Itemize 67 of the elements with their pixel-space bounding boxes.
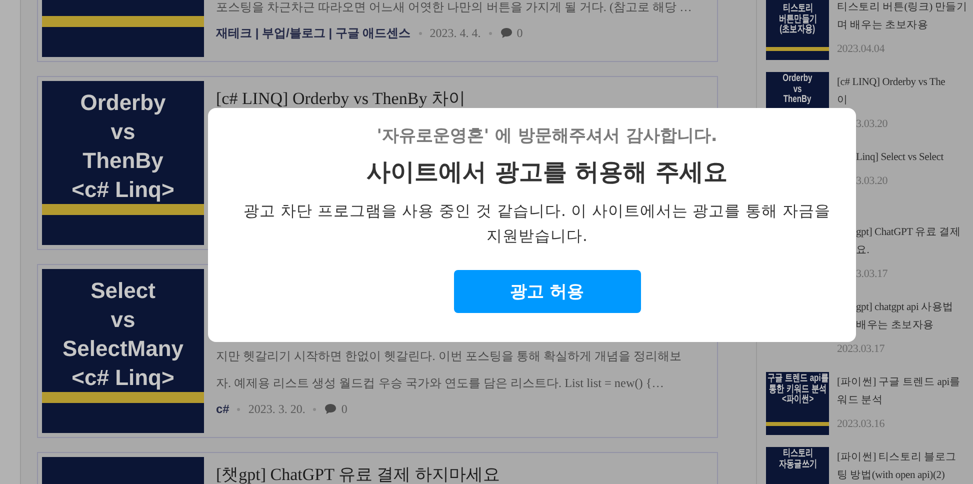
post-excerpt: 포스팅을 차근차근 따라오면 어느새 어엿한 나만의 버튼을 가지게 될 거다. (참고로 해당 … (216, 0, 692, 16)
thumbnail-stripe (766, 422, 829, 426)
related-post-title[interactable]: [파이썬] 구글 트렌드 api를 (837, 374, 960, 392)
thumbnail-text: SelectMany (62, 334, 184, 362)
thumbnail-text: Select (90, 276, 156, 304)
related-post-title[interactable]: 이 (837, 92, 848, 110)
related-post-title[interactable]: 워드 분석 (837, 392, 883, 410)
comment-count: 0 (516, 26, 523, 40)
post-thumbnail[interactable]: Select vs SelectMany <c# Linq> (42, 269, 204, 433)
related-post-title[interactable]: 요. (856, 242, 870, 260)
post-thumbnail[interactable]: 티스토리 버튼만들기 (초보자용) (766, 0, 829, 60)
thumbnail-text: 버튼만들기 (778, 14, 816, 24)
separator-dot (237, 408, 240, 410)
thumbnail-text: 구글 트렌드 api를 (767, 374, 828, 384)
post-thumbnail[interactable]: 티스토리 자동글쓰기 (766, 447, 829, 484)
thumbnail-text: <c# Linq> (72, 364, 174, 392)
related-post-title[interactable]: [c# LINQ] Orderby vs The (837, 74, 946, 92)
related-post-title[interactable]: 팅 방법(with open api)(2) (837, 467, 945, 484)
separator-dot (313, 408, 316, 410)
related-post-title[interactable]: 며 배우는 초보자용 (837, 17, 928, 35)
post-date: 3.03.17 (856, 268, 888, 280)
post-title[interactable]: [c# LINQ] Orderby vs ThenBy 차이 (216, 87, 466, 110)
thumbnail-text: <c# Linq> (72, 176, 174, 204)
thumbnail-text: vs (110, 306, 136, 334)
related-post-title[interactable]: gpt] chatgpt api 사용법 (856, 299, 954, 317)
thumbnail-text: vs (793, 84, 802, 94)
thumbnail-text: Orderby (80, 88, 166, 116)
related-post-title[interactable]: Linq] Select vs Select (856, 149, 944, 167)
post-date: 2023. 3. 20. (248, 402, 306, 416)
comment-count: 0 (341, 402, 348, 416)
post-card[interactable]: [챗gpt] ChatGPT 유료 결제 하지마세요 (37, 452, 718, 484)
post-date: 2023.03.16 (837, 418, 885, 430)
thumbnail-text: (초보자용) (780, 25, 816, 36)
post-date: 3.03.20 (856, 175, 888, 187)
post-excerpt: 지만 헷갈리기 시작하면 한없이 헷갈린다. 이번 포스팅을 통해 확실하게 개념을 정리해보 (216, 348, 682, 365)
post-title[interactable]: [챗gpt] ChatGPT 유료 결제 하지마세요 (216, 463, 500, 484)
separator-dot (418, 32, 422, 34)
dialog-greeting: '자유로운영혼' 에 방문해주셔서 감사합니다. (376, 125, 718, 147)
comment-icon (500, 27, 513, 39)
post-card[interactable]: 포스팅을 차근차근 따라오면 어느새 어엿한 나만의 버튼을 가지게 될 거다. (참고로 해당 … 재테크 | 부업/블로그 | 구글 애드센스 2023. 4. 4. 0 (37, 0, 718, 62)
thumbnail-text: ThenBy (784, 95, 812, 106)
thumbnail-stripe (766, 47, 829, 51)
thumbnail-text: 티스토리 (782, 449, 813, 459)
thumbnail-text: Orderby (782, 74, 812, 84)
thumbnail-text: 자동글쓰기 (778, 460, 816, 470)
separator-dot (488, 32, 492, 34)
post-excerpt: 자. 예제용 리스트 생성 월드컵 우승 국가와 연도를 담은 리스트다. List list = new() {… (216, 375, 664, 392)
dialog-message: 광고 차단 프로그램을 사용 중인 것 같습니다. 이 사이트에서는 광고를 통해 자금을 지원받습니다. (242, 201, 832, 247)
thumbnail-text: 티스토리 (782, 4, 813, 14)
thumbnail-text: vs (110, 118, 136, 146)
post-date: 2023. 4. 4. (430, 26, 481, 40)
post-thumbnail[interactable]: 구글 트렌드 api를 통한 키워드 분석 <파이썬> (766, 372, 829, 435)
thumbnail-text: <파이썬> (782, 395, 814, 406)
post-thumbnail[interactable]: Orderby vs ThenBy <c# Linq> (42, 81, 204, 245)
post-date: 3.03.20 (856, 118, 888, 130)
related-post-title[interactable]: [파이썬] 티스토리 블로그 (837, 449, 956, 467)
post-category[interactable]: c# (216, 402, 230, 416)
post-date: 2023.03.17 (837, 343, 885, 355)
dialog-title: 사이트에서 광고를 허용해 주세요 (366, 157, 728, 188)
related-post-title[interactable]: gpt] ChatGPT 유료 결제 (856, 224, 961, 242)
comment-icon (324, 403, 338, 415)
thumbnail-text: 통한 키워드 분석 (768, 384, 826, 394)
thumbnail-text: ThenBy (82, 146, 164, 174)
post-category[interactable]: 재테크 | 부업/블로그 | 구글 애드센스 (216, 24, 411, 42)
post-date: 2023.04.04 (837, 43, 885, 55)
related-post-title[interactable]: 티스토리 버튼(링크) 만들기 (837, 0, 968, 17)
related-post-title[interactable]: 배우는 초보자용 (856, 317, 934, 335)
